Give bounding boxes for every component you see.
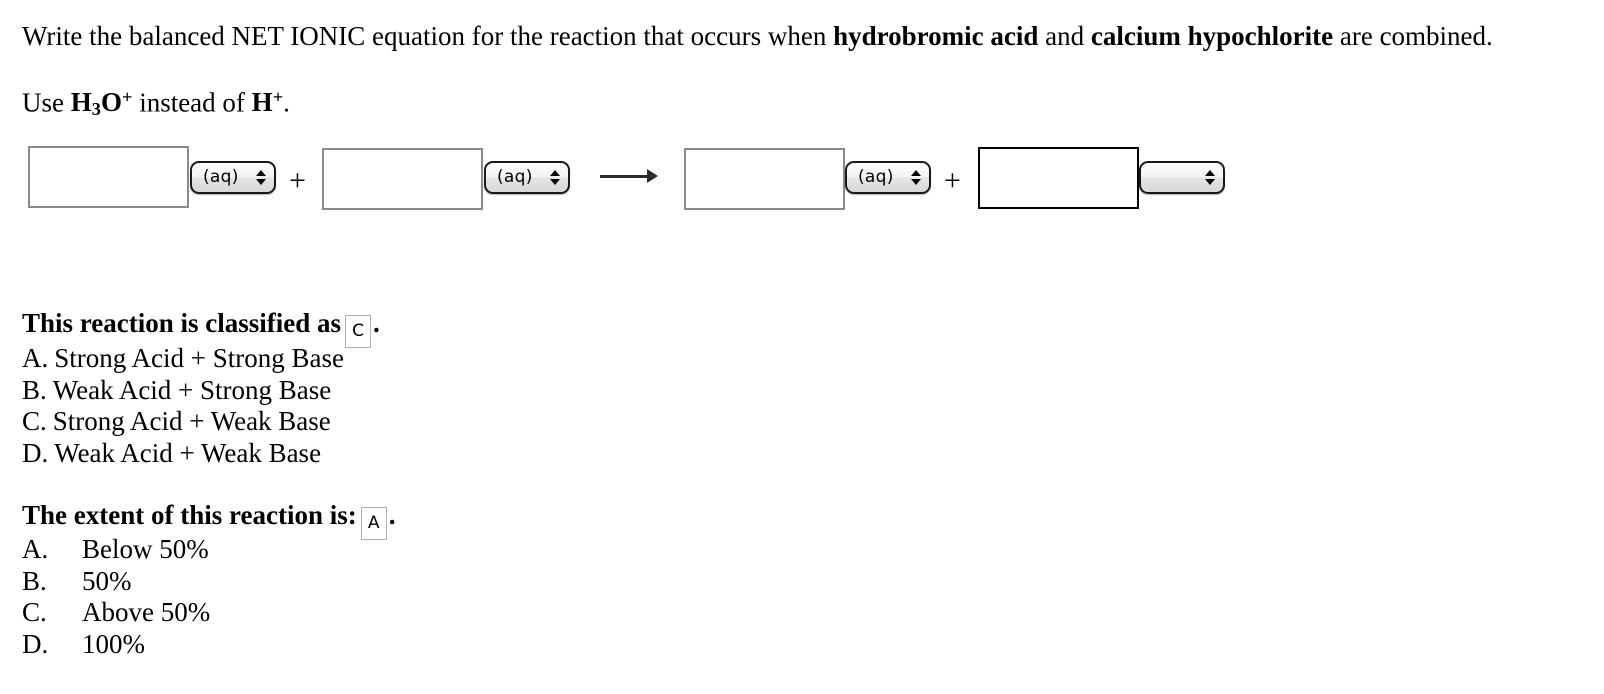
- option-letter: B.: [22, 374, 47, 405]
- classification-options: A. Strong Acid + Strong Base B. Weak Acid …: [22, 343, 344, 469]
- option-letter: C.: [22, 597, 47, 627]
- state-select-3-label: (aq): [858, 167, 894, 187]
- spinner-arrows-icon: [549, 168, 560, 188]
- extent-options: A. Below 50% B. 50% C. Above 50% D. 100%: [22, 534, 210, 660]
- state-select-1[interactable]: (aq): [190, 161, 276, 194]
- classification-answer-input[interactable]: C: [345, 315, 372, 348]
- option-text: Weak Acid + Weak Base: [54, 437, 322, 468]
- list-item: D. 100%: [22, 629, 210, 661]
- reaction-arrow-icon: [600, 165, 658, 187]
- option-text: 50%: [82, 565, 132, 596]
- state-select-3[interactable]: (aq): [845, 161, 931, 194]
- proton-formula: H+: [251, 87, 284, 118]
- prompt-question-line: Write the balanced NET IONIC equation fo…: [22, 20, 1493, 52]
- list-item: B. 50%: [22, 566, 210, 598]
- spinner-arrows-icon: [1204, 168, 1215, 188]
- option-text: Strong Acid + Weak Base: [52, 406, 331, 436]
- prompt-text-part1: Write the balanced NET IONIC equation fo…: [22, 21, 834, 51]
- option-text: Strong Acid + Strong Base: [54, 343, 344, 373]
- option-letter: A.: [22, 343, 49, 373]
- prompt-use-label: Use: [22, 87, 71, 118]
- list-item: C. Above 50%: [22, 597, 210, 629]
- option-text: 100%: [82, 628, 145, 659]
- prompt-instruction-line: Use H3O+ instead of H+.: [22, 81, 290, 125]
- list-item: A. Strong Acid + Strong Base: [22, 343, 344, 375]
- extent-period: .: [388, 500, 396, 530]
- state-select-1-label: (aq): [203, 167, 239, 187]
- option-text: Below 50%: [82, 534, 209, 564]
- option-letter: D.: [22, 628, 49, 659]
- prompt-instead-label: instead of: [132, 87, 252, 118]
- option-text: Above 50%: [82, 597, 211, 627]
- prompt-period: .: [283, 87, 290, 118]
- state-select-2[interactable]: (aq): [484, 161, 570, 194]
- prompt-reagent-2: calcium hypochlorite: [1090, 21, 1334, 51]
- prompt-reagent-1: hydrobromic acid: [833, 21, 1039, 51]
- list-item: A. Below 50%: [22, 534, 210, 566]
- formula-input-4[interactable]: [978, 147, 1139, 209]
- classification-period: .: [373, 308, 380, 338]
- hydronium-formula: H3O+: [70, 87, 133, 120]
- option-letter: A.: [22, 534, 49, 564]
- list-item: B. Weak Acid + Strong Base: [22, 375, 344, 407]
- spinner-arrows-icon: [910, 168, 921, 188]
- extent-question: The extent of this reaction is: A.: [22, 500, 396, 540]
- state-select-4[interactable]: [1139, 161, 1225, 194]
- formula-input-1[interactable]: [28, 146, 189, 208]
- formula-input-3[interactable]: [684, 148, 845, 210]
- extent-label: The extent of this reaction is:: [22, 500, 357, 530]
- spinner-arrows-icon: [255, 168, 266, 188]
- prompt-text-part3: are combined.: [1333, 21, 1493, 51]
- state-select-2-label: (aq): [497, 167, 533, 187]
- option-text: Weak Acid + Strong Base: [52, 374, 332, 405]
- list-item: C. Strong Acid + Weak Base: [22, 406, 344, 438]
- classification-question: This reaction is classified as C.: [22, 308, 380, 348]
- equation-builder: (aq) + (aq) (aq) +: [0, 140, 1604, 220]
- option-letter: D.: [22, 437, 49, 468]
- option-letter: C.: [22, 406, 47, 436]
- plus-sign-products: +: [944, 164, 961, 197]
- formula-input-2[interactable]: [322, 148, 483, 210]
- extent-answer-input[interactable]: A: [360, 507, 387, 540]
- plus-sign-reactants: +: [289, 164, 306, 197]
- option-letter: B.: [22, 565, 47, 596]
- classification-label: This reaction is classified as: [22, 308, 342, 338]
- list-item: D. Weak Acid + Weak Base: [22, 438, 344, 470]
- prompt-text-part2: and: [1038, 21, 1091, 51]
